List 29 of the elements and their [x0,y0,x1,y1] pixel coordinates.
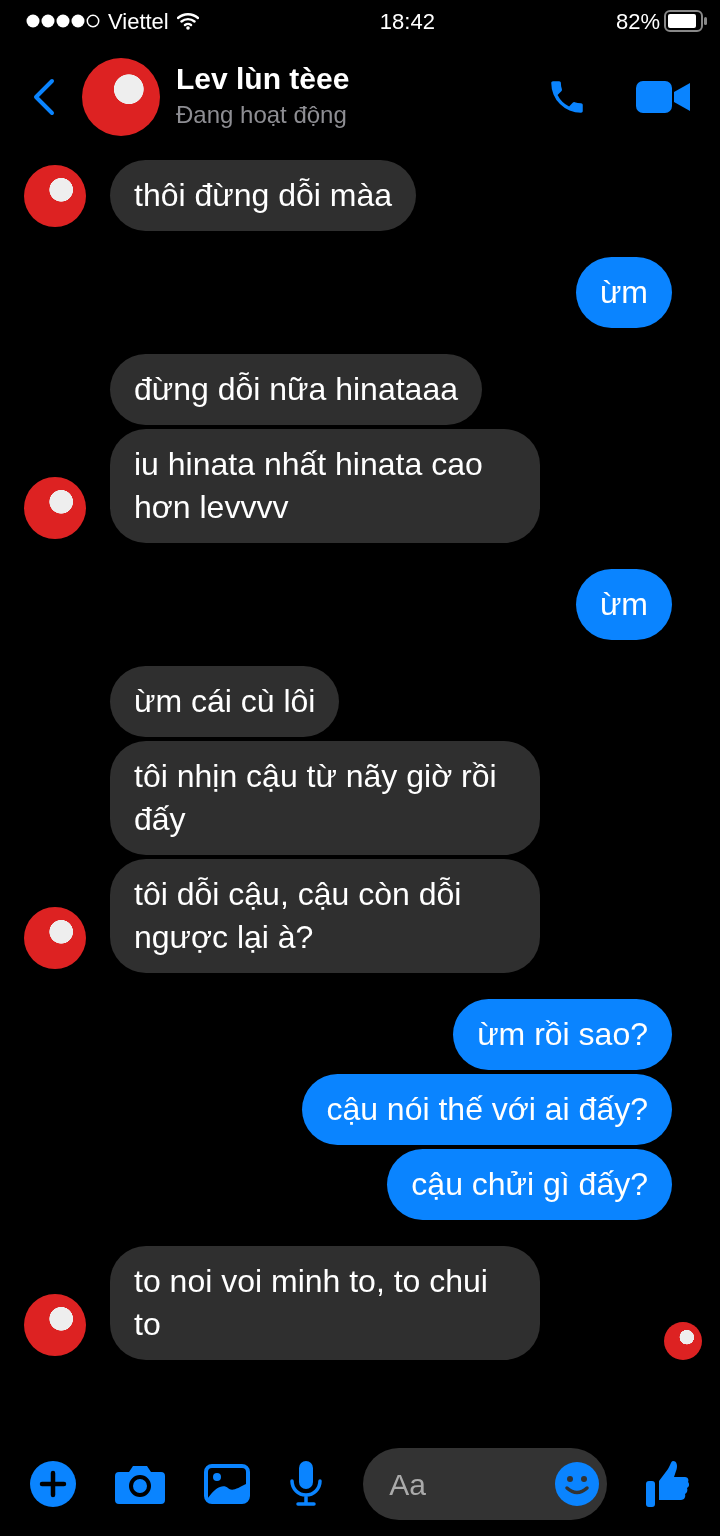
microphone-icon[interactable] [288,1461,325,1507]
message-bubble: ừm [575,257,672,328]
message-bubble: tôi nhịn cậu từ nãy giờ rồi đấy [110,741,540,855]
composer-field[interactable]: Aa [363,1448,608,1520]
video-camera-icon[interactable] [636,79,690,115]
status-time: 18:42 [379,7,435,36]
message-bubble: iu hinata nhất hinata cao hơn levvvv [110,429,540,543]
message-bubble: thôi đừng dỗi màa [110,160,417,231]
thumbs-up-icon[interactable] [646,1461,690,1507]
camera-icon[interactable] [114,1464,165,1504]
image-icon[interactable] [203,1464,250,1504]
signal-icon [26,13,100,29]
message-bubble: to noi voi minh to, to chui to [110,1246,540,1360]
contact-name: Lev lùn tèee [176,61,351,97]
battery-percent: 82% [615,7,660,36]
smiley-icon[interactable] [555,1462,600,1506]
battery-icon [664,10,708,32]
message-field[interactable]: Aa [387,1460,528,1508]
message-bubble: tôi dỗi cậu, cậu còn dỗi ngược lại à? [110,859,540,973]
message-bubble: cậu chửi gì đấy? [387,1149,672,1220]
plus-icon[interactable] [30,1461,76,1507]
message-bubble: ừm cái cù lôi [110,666,340,737]
active-status: Đang hoạt động [176,100,348,130]
wifi-icon [176,12,199,30]
message-bubble: cậu nói thế với ai đấy? [302,1074,672,1145]
message-bubble: ừm [575,569,672,640]
message-bubble: đừng dỗi nữa hinataaa [110,354,482,425]
carrier-name: Viettel [108,7,169,36]
message-bubble: ừm rồi sao? [453,999,672,1070]
